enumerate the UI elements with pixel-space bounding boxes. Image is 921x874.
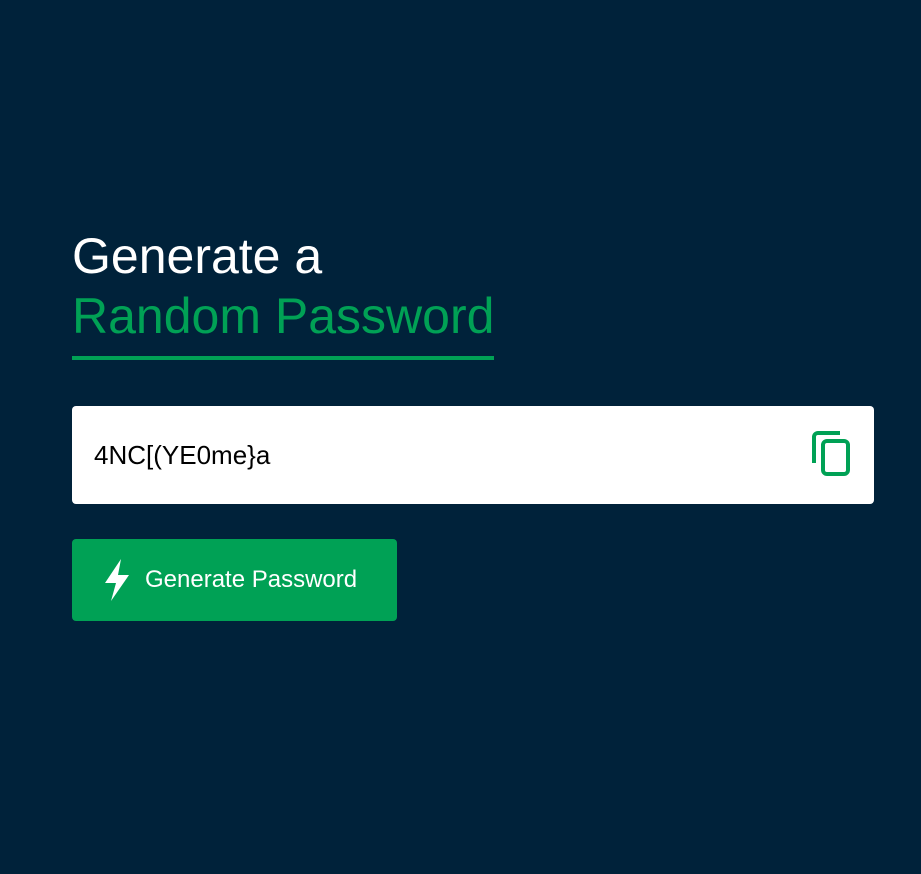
- copy-button[interactable]: [812, 431, 854, 479]
- page: { "heading": { "line1": "Generate a", "l…: [0, 0, 921, 874]
- page-title: Generate a Random Password: [72, 226, 874, 360]
- title-line-1: Generate a: [72, 228, 323, 284]
- generate-password-button[interactable]: Generate Password: [72, 539, 397, 621]
- copy-icon: [812, 431, 850, 476]
- title-line-2-highlight: Random Password: [72, 286, 495, 360]
- password-output-field[interactable]: [94, 439, 774, 471]
- generator-panel: Generate a Random Password Generate Pass…: [72, 226, 874, 621]
- password-display: [72, 406, 874, 504]
- bolt-icon: [102, 558, 132, 602]
- generate-button-label: Generate Password: [145, 566, 358, 593]
